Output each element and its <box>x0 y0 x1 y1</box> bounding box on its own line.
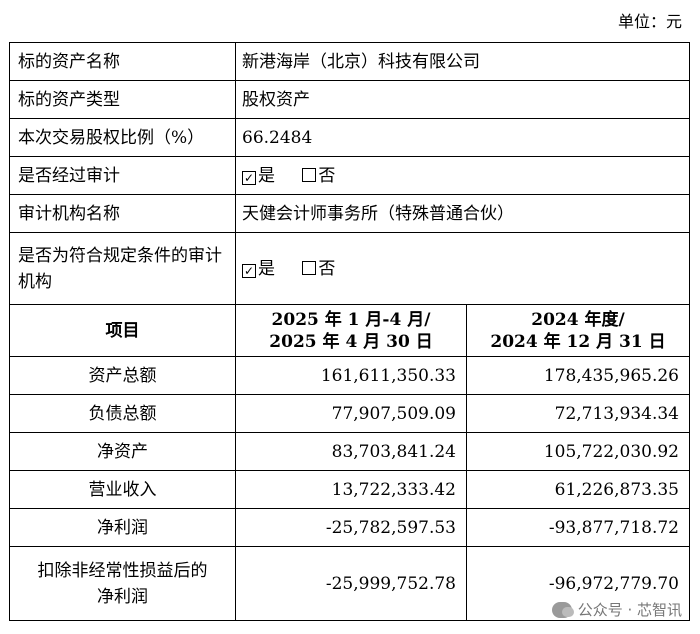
table-row: 净资产 83,703,841.24 105,722,030.92 <box>9 432 690 471</box>
yes-option-label: 是 <box>258 165 275 186</box>
row-value-2025: 77,907,509.09 <box>235 394 467 433</box>
checked-checkbox-icon[interactable]: ✓ <box>242 170 256 185</box>
table-row: 资产总额 161,611,350.33 178,435,965.26 <box>9 356 690 395</box>
table-row: 营业收入 13,722,333.42 61,226,873.35 <box>9 470 690 509</box>
wechat-icon <box>551 601 574 618</box>
row-item: 净资产 <box>9 432 236 471</box>
audited-label: 是否经过审计 <box>9 156 236 195</box>
row-item: 扣除非经常性损益后的净利润 <box>9 546 236 621</box>
header-period-2024-line1: 2024 年度/ <box>531 309 625 330</box>
row-value-2025: 161,611,350.33 <box>235 356 467 395</box>
watermark-text: 公众号 · 芯智讯 <box>577 601 682 619</box>
info-row: 标的资产名称 新港海岸（北京）科技有限公司 <box>9 42 690 81</box>
audit-firm-row: 审计机构名称 天健会计师事务所（特殊普通合伙） <box>9 194 690 233</box>
qualified-label: 是否为符合规定条件的审计机构 <box>9 232 236 305</box>
info-value: 股权资产 <box>235 80 690 119</box>
table-row: 净利润 -25,782,597.53 -93,877,718.72 <box>9 508 690 547</box>
header-period-2025: 2025 年 1 月-4 月/ 2025 年 4 月 30 日 <box>235 304 467 357</box>
row-item: 负债总额 <box>9 394 236 433</box>
row-value-2024: 178,435,965.26 <box>466 356 690 395</box>
header-period-2025-line1: 2025 年 1 月-4 月/ <box>271 309 431 330</box>
checked-checkbox-icon[interactable]: ✓ <box>242 263 256 278</box>
row-item: 净利润 <box>9 508 236 547</box>
financial-header-row: 项目 2025 年 1 月-4 月/ 2025 年 4 月 30 日 2024 … <box>9 304 690 357</box>
qualified-options: ✓ 是 否 <box>235 232 690 305</box>
unchecked-checkbox-icon[interactable] <box>302 167 317 182</box>
asset-info-table: 标的资产名称 新港海岸（北京）科技有限公司 标的资产类型 股权资产 本次交易股权… <box>9 42 690 621</box>
row-item: 资产总额 <box>9 356 236 395</box>
row-value-2024: -93,877,718.72 <box>466 508 690 547</box>
audited-row: 是否经过审计 ✓ 是 否 <box>9 156 690 195</box>
row-value-2024: 61,226,873.35 <box>466 470 690 509</box>
row-value-2025: -25,999,752.78 <box>235 546 467 621</box>
row-value-2024: 105,722,030.92 <box>466 432 690 471</box>
info-label: 标的资产名称 <box>9 42 236 81</box>
watermark: 公众号 · 芯智讯 <box>551 599 682 620</box>
unchecked-checkbox-icon[interactable] <box>302 260 317 275</box>
info-row: 标的资产类型 股权资产 <box>9 80 690 119</box>
audit-firm-value: 天健会计师事务所（特殊普通合伙） <box>235 194 690 233</box>
info-value: 新港海岸（北京）科技有限公司 <box>235 42 690 81</box>
info-label: 本次交易股权比例（%） <box>9 118 236 157</box>
row-value-2025: 13,722,333.42 <box>235 470 467 509</box>
header-period-2024-line2: 2024 年 12 月 31 日 <box>490 331 666 352</box>
row-item: 营业收入 <box>9 470 236 509</box>
row-value-2025: -25,782,597.53 <box>235 508 467 547</box>
no-option-label: 否 <box>318 258 336 279</box>
info-value: 66.2484 <box>235 118 690 157</box>
header-period-2024: 2024 年度/ 2024 年 12 月 31 日 <box>466 304 690 357</box>
yes-option-label: 是 <box>258 258 275 279</box>
audit-firm-label: 审计机构名称 <box>9 194 236 233</box>
no-option-label: 否 <box>318 165 336 186</box>
header-period-2025-line2: 2025 年 4 月 30 日 <box>269 331 433 352</box>
row-value-2025: 83,703,841.24 <box>235 432 467 471</box>
header-item: 项目 <box>9 304 236 357</box>
unit-label: 单位：元 <box>617 12 682 31</box>
table-row: 负债总额 77,907,509.09 72,713,934.34 <box>9 394 690 433</box>
info-label: 标的资产类型 <box>9 80 236 119</box>
info-row: 本次交易股权比例（%） 66.2484 <box>9 118 690 157</box>
audited-options: ✓ 是 否 <box>235 156 690 195</box>
qualified-row: 是否为符合规定条件的审计机构 ✓ 是 否 <box>9 232 690 305</box>
row-value-2024: 72,713,934.34 <box>466 394 690 433</box>
